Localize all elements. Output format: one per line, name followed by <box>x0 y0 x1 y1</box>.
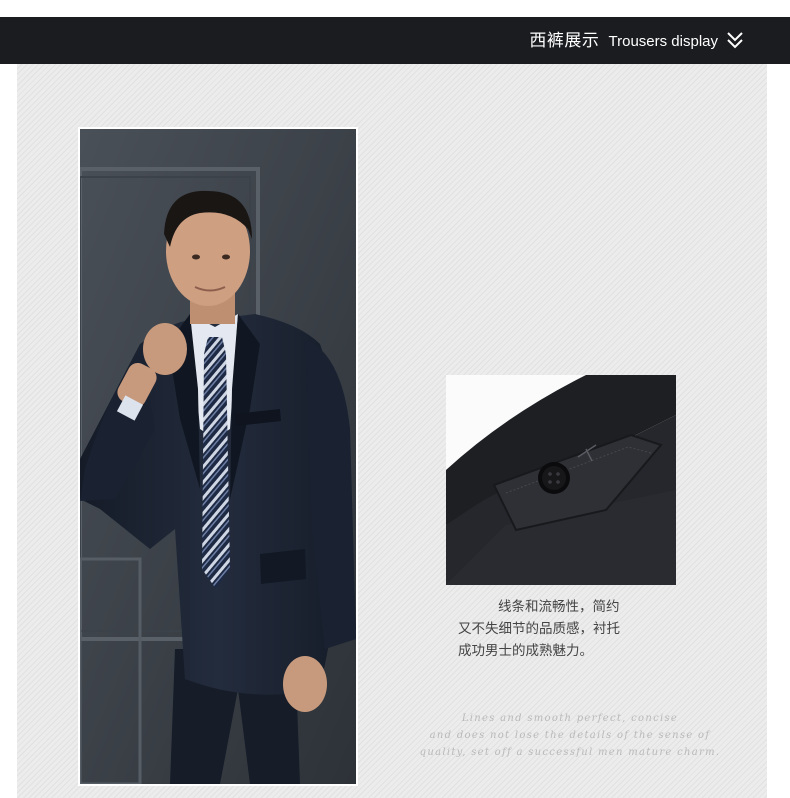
script-line-2: and does not lose the details of the sen… <box>429 730 711 741</box>
script-line-3: quality, set off a successful men mature… <box>419 747 721 758</box>
model-photo <box>80 129 356 784</box>
header-title: 西裤展示 Trousers display <box>529 17 718 64</box>
script-line-1: Lines and smooth perfect, concise <box>461 713 679 724</box>
waistband-detail-photo <box>446 375 676 585</box>
description-caption: 线条和流畅性，简约 又不失细节的品质感，衬托 成功男士的成熟魅力。 <box>458 596 638 662</box>
double-chevron-down-icon[interactable] <box>726 30 744 50</box>
header-title-cn: 西裤展示 <box>529 31 600 51</box>
model-photo-frame <box>78 127 358 786</box>
decorative-script-text: Lines and smooth perfect, concise and do… <box>405 710 735 761</box>
caption-line-2: 又不失细节的品质感，衬托 <box>458 621 620 637</box>
caption-line-1: 线条和流畅性，简约 <box>498 599 620 615</box>
header-bar: 西裤展示 Trousers display <box>0 17 790 64</box>
header-title-en: Trousers display <box>608 33 718 50</box>
caption-line-3: 成功男士的成熟魅力。 <box>458 643 593 659</box>
